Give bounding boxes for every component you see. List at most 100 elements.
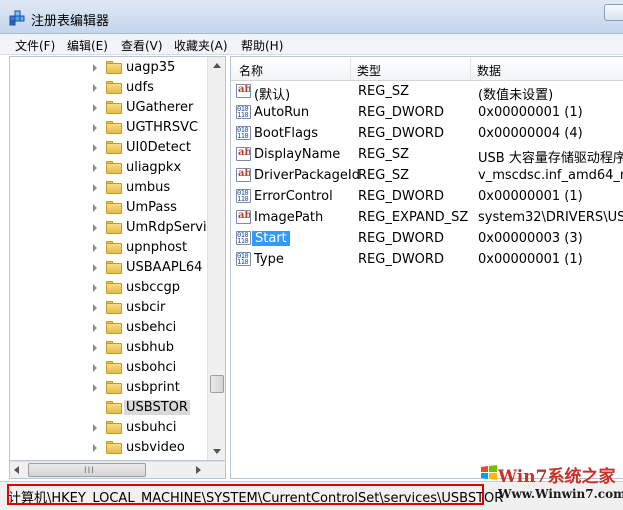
value-row[interactable]: ab (默认) REG_SZ (数值未设置) — [231, 81, 623, 103]
value-type: REG_SZ — [358, 168, 409, 183]
tree-item[interactable]: usbhub — [10, 338, 206, 358]
tree-item[interactable]: USBAAPL64 — [10, 258, 206, 278]
expand-arrow-icon[interactable] — [93, 124, 97, 132]
expand-arrow-icon[interactable] — [93, 184, 97, 192]
scroll-right-arrow-icon[interactable] — [196, 466, 201, 474]
folder-icon — [106, 161, 122, 174]
expand-arrow-icon[interactable] — [93, 224, 97, 232]
tree-item[interactable]: UGTHRSVC — [10, 118, 206, 138]
watermark: Win7系统之家 Www.Winwin7.com — [480, 460, 623, 510]
value-name: DriverPackageId — [254, 168, 360, 183]
value-type: REG_SZ — [358, 84, 409, 99]
column-header-data[interactable]: 数据 — [477, 62, 501, 79]
expand-arrow-icon[interactable] — [93, 144, 97, 152]
scroll-up-arrow-icon[interactable] — [213, 63, 221, 68]
tree-vertical-scrollbar[interactable] — [207, 57, 225, 460]
tree-item-label: usbprint — [126, 380, 180, 395]
menu-view[interactable]: 查看(V) — [121, 37, 163, 54]
value-data: USB 大容量存储驱动程序 — [478, 151, 623, 166]
tree-horizontal-scrollbar[interactable]: III — [9, 461, 226, 479]
tree-item[interactable]: UmPass — [10, 198, 206, 218]
dword-value-icon: 010110101 — [236, 126, 251, 140]
tree-item-label: usbuhci — [126, 420, 177, 435]
tree-item-label: usbcir — [126, 300, 166, 315]
value-type: REG_DWORD — [358, 231, 444, 246]
window-title: 注册表编辑器 — [31, 14, 110, 29]
value-data: 0x00000004 (4) — [478, 126, 583, 141]
expand-arrow-icon[interactable] — [93, 364, 97, 372]
column-header-name[interactable]: 名称 — [239, 62, 263, 79]
tree-item[interactable]: UmRdpService — [10, 218, 222, 238]
tree-item[interactable]: upnphost — [10, 238, 206, 258]
expand-arrow-icon[interactable] — [93, 204, 97, 212]
window-control-button[interactable] — [604, 4, 623, 21]
tree-item[interactable]: usbprint — [10, 378, 206, 398]
tree-item[interactable]: uliagpkx — [10, 158, 206, 178]
expand-arrow-icon[interactable] — [93, 284, 97, 292]
tree-item-label: USBSTOR — [124, 400, 190, 415]
menu-help[interactable]: 帮助(H) — [241, 37, 283, 54]
values-list-pane[interactable]: 名称 类型 数据 ab(默认)REG_SZ(数值未设置)010110101Aut… — [230, 56, 623, 479]
value-row[interactable]: 010110101Type REG_DWORD 0x00000001 (1) — [231, 249, 623, 270]
menu-favorites[interactable]: 收藏夹(A) — [174, 37, 228, 54]
scroll-down-arrow-icon[interactable] — [213, 449, 221, 454]
column-header-type[interactable]: 类型 — [357, 62, 381, 79]
tree-item[interactable]: usbvideo — [10, 438, 206, 458]
tree-item-label: UI0Detect — [126, 140, 191, 155]
string-value-icon: ab — [236, 210, 251, 224]
tree-item[interactable]: usbccgp — [10, 278, 206, 298]
tree-item[interactable]: usbuhci — [10, 418, 206, 438]
tree-item[interactable]: USBSTOR — [10, 398, 206, 418]
folder-icon — [106, 121, 122, 134]
tree-item-label: UGatherer — [126, 100, 194, 115]
key-tree-pane[interactable]: uagp35 udfs UGatherer UGTHRSVC UI0Detect ulia… — [9, 56, 226, 461]
scroll-left-arrow-icon[interactable] — [14, 466, 19, 474]
folder-icon — [106, 201, 122, 214]
value-row[interactable]: 010110101AutoRun REG_DWORD 0x00000001 (1) — [231, 102, 623, 123]
scroll-thumb-horizontal[interactable]: III — [28, 463, 146, 477]
value-row[interactable]: ab DriverPackageId REG_SZ v_mscdsc.inf_amd6… — [231, 165, 623, 186]
tree-item[interactable]: udfs — [10, 78, 206, 98]
tree-item[interactable]: UI0Detect — [10, 138, 206, 158]
tree-item[interactable]: usbcir — [10, 298, 206, 318]
expand-arrow-icon[interactable] — [93, 344, 97, 352]
folder-icon — [106, 281, 122, 294]
value-data: 0x00000003 (3) — [478, 231, 583, 246]
value-row[interactable]: 010110101ErrorControl REG_DWORD 0x00000001… — [231, 186, 623, 207]
menu-edit[interactable]: 编辑(E) — [67, 37, 108, 54]
expand-arrow-icon[interactable] — [93, 84, 97, 92]
expand-arrow-icon[interactable] — [93, 444, 97, 452]
value-name: ImagePath — [254, 210, 324, 225]
value-name: Start — [252, 231, 290, 246]
expand-arrow-icon[interactable] — [93, 104, 97, 112]
folder-icon — [106, 321, 122, 334]
tree-item-label: uliagpkx — [126, 160, 182, 175]
expand-arrow-icon[interactable] — [93, 164, 97, 172]
menu-file[interactable]: 文件(F) — [15, 37, 55, 54]
folder-icon — [106, 61, 122, 74]
tree-item[interactable]: umbus — [10, 178, 206, 198]
value-row[interactable]: ab DisplayName REG_SZ USB 大容量存储驱动程序 — [231, 144, 623, 166]
value-data: system32\DRIVERS\USBS — [478, 210, 623, 225]
tree-item-label: usbvideo — [126, 440, 185, 455]
tree-item[interactable]: usbohci — [10, 358, 206, 378]
tree-item-label: UGTHRSVC — [126, 120, 199, 135]
expand-arrow-icon[interactable] — [93, 264, 97, 272]
watermark-url: Www.Winwin7.com — [498, 487, 623, 501]
tree-item[interactable]: UGatherer — [10, 98, 206, 118]
value-row[interactable]: 010110101Start REG_DWORD 0x00000003 (3) — [231, 228, 623, 249]
expand-arrow-icon[interactable] — [93, 64, 97, 72]
tree-item[interactable]: uagp35 — [10, 58, 206, 78]
expand-arrow-icon[interactable] — [93, 244, 97, 252]
windows-logo-icon — [481, 465, 497, 480]
expand-arrow-icon[interactable] — [93, 324, 97, 332]
folder-icon — [106, 221, 122, 234]
value-row[interactable]: ab ImagePath REG_EXPAND_SZ system32\DRIVERS… — [231, 207, 623, 228]
tree-item-label: usbehci — [126, 320, 177, 335]
scroll-thumb[interactable] — [210, 375, 224, 393]
expand-arrow-icon[interactable] — [93, 424, 97, 432]
value-row[interactable]: 010110101BootFlags REG_DWORD 0x00000004 (4… — [231, 123, 623, 144]
tree-item[interactable]: usbehci — [10, 318, 206, 338]
expand-arrow-icon[interactable] — [93, 304, 97, 312]
expand-arrow-icon[interactable] — [93, 384, 97, 392]
